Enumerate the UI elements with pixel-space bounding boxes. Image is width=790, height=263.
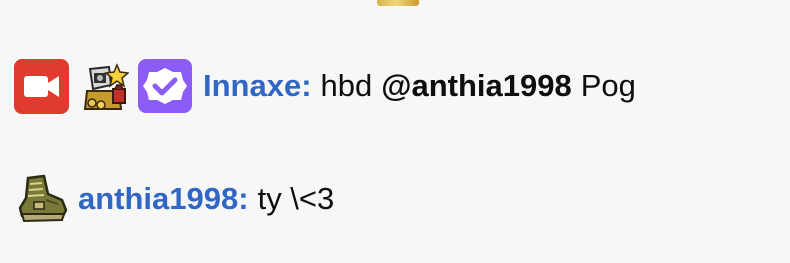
emote-fragment xyxy=(377,0,419,6)
verified-icon[interactable] xyxy=(138,59,192,113)
user-mention[interactable]: @anthia1998 xyxy=(381,68,571,104)
message-text: Pog xyxy=(580,68,636,103)
chat-username[interactable]: anthia1998: xyxy=(78,181,249,217)
message-text: ty \<3 xyxy=(257,181,335,216)
message-text: hbd xyxy=(320,68,373,103)
gift-bag-icon[interactable] xyxy=(79,59,129,114)
boot-icon[interactable] xyxy=(14,174,68,224)
chat-message: Innaxe: hbd @anthia1998 Pog xyxy=(14,58,636,114)
chat-message: anthia1998: ty \<3 xyxy=(14,171,334,227)
chat-username[interactable]: Innaxe: xyxy=(203,68,312,104)
video-camera-icon[interactable] xyxy=(14,58,69,114)
